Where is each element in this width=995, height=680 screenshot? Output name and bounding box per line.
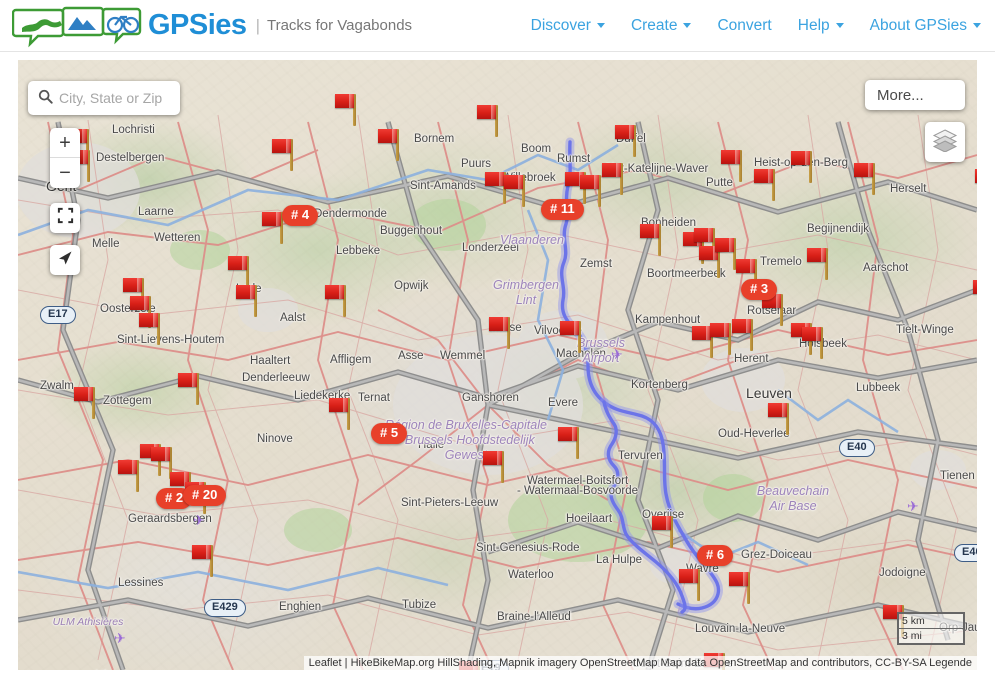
- scale-metric: 5 km: [897, 612, 965, 629]
- layers-control[interactable]: [925, 122, 965, 162]
- map-marker-flag[interactable]: [270, 137, 296, 171]
- more-button-label: More...: [877, 86, 924, 104]
- nav-item-help[interactable]: Help: [798, 17, 844, 35]
- locate-arrow-icon: [56, 249, 74, 272]
- map-marker-flag[interactable]: [333, 92, 359, 126]
- map-marker-flag[interactable]: [638, 222, 664, 256]
- motorway-shield: E40: [954, 544, 977, 562]
- nav-label: Create: [630, 16, 678, 34]
- nav-label: Convert: [717, 16, 772, 34]
- zoom-out-button[interactable]: −: [50, 158, 80, 188]
- scale-imperial: 3 mi: [897, 629, 965, 645]
- airport-icon: ✈: [114, 630, 126, 646]
- map-marker-flag[interactable]: [971, 278, 977, 312]
- airport-icon: ✈: [611, 346, 623, 362]
- gpsies-logo-icon: [12, 4, 142, 48]
- map-marker-flag[interactable]: [72, 385, 98, 419]
- chevron-down-icon: [596, 23, 605, 28]
- fullscreen-button[interactable]: [50, 203, 80, 233]
- motorway-shield: E429: [204, 599, 246, 617]
- map-marker-flag[interactable]: [558, 319, 584, 353]
- map-marker-flag[interactable]: [600, 161, 626, 195]
- nav-item-about-gpsies[interactable]: About GPSies: [870, 17, 981, 35]
- map-marker-flag[interactable]: [234, 283, 260, 317]
- map-marker-flag[interactable]: [677, 567, 703, 601]
- map-marker-flag[interactable]: [323, 283, 349, 317]
- map-cluster-badge[interactable]: # 20: [183, 485, 227, 506]
- map-marker-flag[interactable]: [789, 149, 815, 183]
- leaflet-map[interactable]: GentDestelbergenLochristiLaarneWetterenM…: [18, 60, 977, 670]
- map-cluster-badge[interactable]: # 3: [741, 279, 778, 300]
- map-marker-flag[interactable]: [613, 123, 639, 157]
- chevron-down-icon: [973, 23, 981, 28]
- map-marker-flag[interactable]: [727, 570, 753, 604]
- nav-label: Discover: [530, 16, 591, 34]
- fullscreen-icon: [57, 207, 74, 229]
- airport-icon: ✈: [907, 498, 919, 514]
- zoom-control[interactable]: + −: [50, 128, 80, 188]
- chevron-down-icon: [835, 23, 844, 28]
- map-marker-flag[interactable]: [556, 425, 582, 459]
- map-marker-flag[interactable]: [800, 325, 826, 359]
- map-marker-flag[interactable]: [487, 315, 513, 349]
- brand-name: GPSies: [148, 9, 247, 41]
- motorway-shield: E17: [40, 306, 76, 324]
- airport-icon: ✈: [193, 512, 205, 528]
- map-marker-flag[interactable]: [475, 103, 501, 137]
- map-marker-flag[interactable]: [502, 173, 528, 207]
- nav-label: About GPSies: [869, 16, 967, 34]
- brand[interactable]: GPSies | Tracks for Vagabonds: [12, 4, 412, 48]
- nav-item-convert[interactable]: Convert: [717, 17, 771, 35]
- map-marker-flag[interactable]: [650, 514, 676, 548]
- map-marker-flag[interactable]: [805, 246, 831, 280]
- map-attribution[interactable]: Leaflet | HikeBikeMap.org HillShading, M…: [303, 656, 977, 670]
- map-marker-flag[interactable]: [973, 167, 977, 201]
- map-marker-flag[interactable]: [766, 401, 792, 435]
- map-marker-flag[interactable]: [719, 148, 745, 182]
- map-cluster-badge[interactable]: # 4: [282, 205, 319, 226]
- map-marker-flag[interactable]: [327, 396, 353, 430]
- search-icon: [38, 89, 53, 108]
- more-button[interactable]: More...: [865, 80, 965, 110]
- nav-item-create[interactable]: Create: [631, 17, 692, 35]
- map-marker-flag[interactable]: [481, 449, 507, 483]
- search-input[interactable]: [59, 90, 180, 106]
- nav-label: Help: [797, 16, 830, 34]
- map-marker-flag[interactable]: [730, 317, 756, 351]
- map-cluster-badge[interactable]: # 6: [697, 545, 734, 566]
- map-marker-flag[interactable]: [137, 311, 163, 345]
- map-cluster-badge[interactable]: # 5: [371, 423, 408, 444]
- map-marker-flag[interactable]: [752, 167, 778, 201]
- layers-stack-icon: [932, 128, 958, 157]
- brand-tagline: Tracks for Vagabonds: [266, 17, 413, 34]
- map-cluster-badge[interactable]: # 11: [541, 199, 584, 220]
- chevron-down-icon: [683, 23, 692, 28]
- motorway-shield: E40: [839, 439, 875, 457]
- main-navigation: Discover Create Convert Help About GPSie…: [531, 17, 981, 35]
- scale-bar: 5 km 3 mi: [897, 612, 965, 645]
- map-marker-flag[interactable]: [852, 161, 878, 195]
- zoom-in-button[interactable]: +: [50, 128, 80, 158]
- map-roads-layer: [18, 60, 977, 670]
- brand-separator: |: [255, 15, 260, 35]
- map-marker-flag[interactable]: [190, 543, 216, 577]
- nav-item-discover[interactable]: Discover: [531, 17, 605, 35]
- map-search-box[interactable]: [28, 81, 180, 115]
- map-marker-flag[interactable]: [376, 127, 402, 161]
- locate-button[interactable]: [50, 245, 80, 275]
- site-header: GPSies | Tracks for Vagabonds Discover C…: [0, 0, 995, 52]
- map-marker-flag[interactable]: [176, 371, 202, 405]
